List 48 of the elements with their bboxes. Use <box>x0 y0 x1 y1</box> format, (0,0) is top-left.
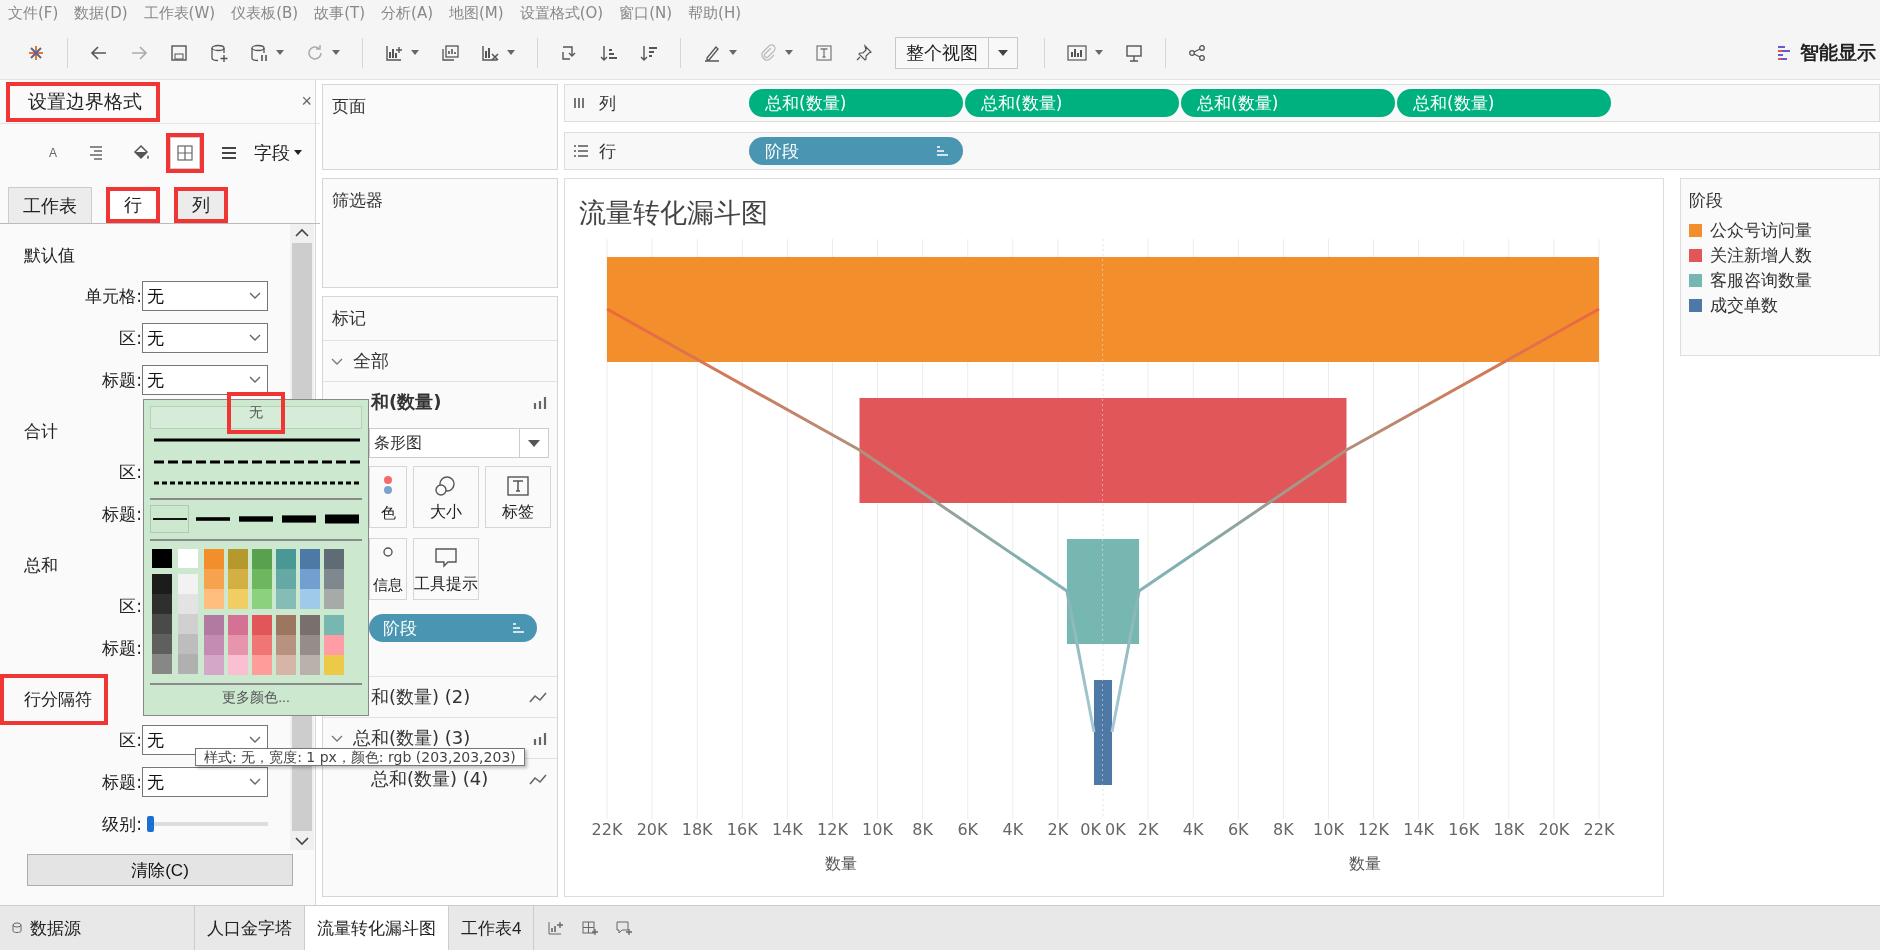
field-label: 区: <box>118 460 142 484</box>
axis-tick-label: 6K <box>1227 820 1249 839</box>
axis-tick-label: 2K <box>1137 820 1159 839</box>
axis-tick-label: 12K <box>1358 820 1389 839</box>
field-label: 级别: <box>101 812 142 836</box>
axis-tick-label: 20K <box>1538 820 1570 839</box>
axis-tick-label: 16K <box>726 820 758 839</box>
field-label: 区: <box>118 326 142 350</box>
axis-title: 数量 <box>1349 854 1381 873</box>
shelf-title: 筛选器 <box>331 189 384 212</box>
axis-tick-label: 14K <box>771 820 803 839</box>
axis-tick-label: 18K <box>1493 820 1525 839</box>
axis-tick-label: 18K <box>681 820 713 839</box>
axis-tick-label: 2K <box>1047 820 1069 839</box>
shelf-title: 页面 <box>331 95 367 118</box>
axis-tick-label: 0K <box>1105 820 1126 839</box>
chart-title: 流量转化漏斗图 <box>579 196 768 230</box>
section-title: 行分隔符 <box>0 673 108 725</box>
axis-tick-label: 6K <box>957 820 979 839</box>
axis-tick-label: 4K <box>1182 820 1204 839</box>
section-title: 合计 <box>23 419 59 443</box>
field-label: 区: <box>118 594 142 618</box>
field-label: 标题: <box>101 502 142 526</box>
field-label: 区: <box>118 728 142 752</box>
axis-tick-label: 0K <box>1080 820 1101 839</box>
panel-title: 设置边界格式 <box>6 81 160 122</box>
section-title: 总和 <box>23 553 59 577</box>
axis-tick-label: 12K <box>817 820 848 839</box>
axis-tick-label: 8K <box>912 820 933 839</box>
field-label: 单元格: <box>84 284 142 308</box>
field-label: 标题: <box>101 770 142 794</box>
field-label: 标题: <box>101 636 142 660</box>
axis-tick-label: 4K <box>1002 820 1024 839</box>
shelf-label: 行 <box>599 139 616 163</box>
axis-tick-label: 14K <box>1403 820 1435 839</box>
axis-title: 数量 <box>825 854 857 873</box>
section-title: 默认值 <box>23 243 76 267</box>
axis-tick-label: 10K <box>862 820 893 839</box>
axis-tick-label: 20K <box>636 820 668 839</box>
axis-tick-label: 10K <box>1313 820 1344 839</box>
shelf-label: 列 <box>599 91 616 115</box>
legend-title: 阶段 <box>1688 189 1724 212</box>
field-label: 标题: <box>101 368 142 392</box>
axis-tick-label: 22K <box>591 820 623 839</box>
axis-tick-label: 22K <box>1583 820 1615 839</box>
axis-tick-label: 16K <box>1448 820 1480 839</box>
axis-tick-label: 8K <box>1273 820 1294 839</box>
shelf-title: 标记 <box>331 307 367 330</box>
